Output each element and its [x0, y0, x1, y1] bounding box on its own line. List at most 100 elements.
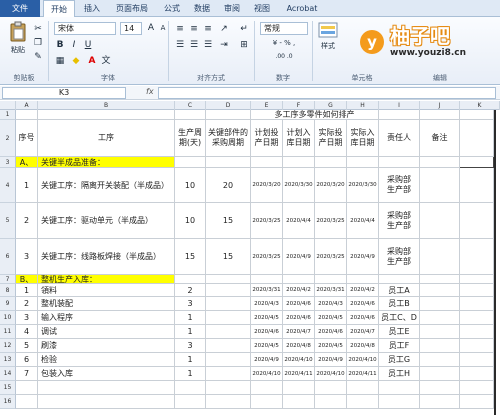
data-cell-plan-in[interactable]: 2020/4/9	[283, 239, 315, 275]
column-header[interactable]: C	[175, 101, 206, 110]
empty-cell[interactable]	[420, 110, 460, 120]
data-cell-owner[interactable]: 采购部 生产部	[379, 168, 420, 203]
data-cell-process[interactable]: 检验	[38, 353, 175, 367]
data-cell-act-start[interactable]: 2020/4/10	[315, 367, 347, 381]
data-cell-process[interactable]: 整机装配	[38, 297, 175, 311]
empty-cell[interactable]	[460, 120, 494, 157]
data-cell-no[interactable]: 7	[16, 367, 38, 381]
empty-cell[interactable]	[420, 395, 460, 409]
font-name-select[interactable]: 宋体	[54, 22, 116, 35]
empty-cell[interactable]	[379, 395, 420, 409]
empty-cell[interactable]	[283, 275, 315, 284]
data-cell-act-in[interactable]: 2020/4/9	[347, 239, 379, 275]
empty-cell[interactable]	[460, 381, 494, 395]
data-cell-no[interactable]: 6	[16, 353, 38, 367]
bold-button[interactable]: B	[54, 39, 66, 51]
empty-cell[interactable]	[251, 395, 283, 409]
format-painter-icon[interactable]: ✎	[32, 51, 44, 63]
column-header[interactable]: F	[283, 101, 315, 110]
empty-cell[interactable]	[420, 157, 460, 168]
data-cell-owner[interactable]: 员工F	[379, 339, 420, 353]
data-cell-act-start[interactable]: 2020/4/3	[315, 297, 347, 311]
data-cell-purchase[interactable]	[206, 311, 251, 325]
data-cell-owner[interactable]: 采购部 生产部	[379, 203, 420, 239]
data-cell-plan-in[interactable]: 2020/4/7	[283, 325, 315, 339]
data-cell-cycle[interactable]: 2	[175, 284, 206, 297]
remark-cell[interactable]	[420, 353, 460, 367]
row-header[interactable]: 12	[0, 339, 16, 353]
data-cell-purchase[interactable]	[206, 367, 251, 381]
data-cell-no[interactable]: 3	[16, 239, 38, 275]
align-center-icon[interactable]: ☰	[188, 39, 200, 51]
data-cell-plan-in[interactable]: 2020/4/8	[283, 339, 315, 353]
data-cell-plan-in[interactable]: 2020/4/4	[283, 203, 315, 239]
data-cell-plan-in[interactable]: 2020/3/30	[283, 168, 315, 203]
column-header[interactable]: D	[206, 101, 251, 110]
empty-cell[interactable]	[460, 168, 494, 203]
data-cell-act-start[interactable]: 2020/4/6	[315, 325, 347, 339]
data-cell-plan-start[interactable]: 2020/4/6	[251, 325, 283, 339]
currency-format-buttons[interactable]: ¥ - % ,	[260, 39, 308, 47]
phonetic-icon[interactable]: 文	[100, 55, 112, 67]
empty-cell[interactable]	[16, 395, 38, 409]
row-header[interactable]: 6	[0, 239, 16, 275]
tab-review[interactable]: 审阅	[218, 0, 246, 17]
data-cell-purchase[interactable]: 15	[206, 239, 251, 275]
remark-cell[interactable]	[420, 311, 460, 325]
empty-cell[interactable]	[175, 275, 206, 284]
data-cell-process[interactable]: 包装入库	[38, 367, 175, 381]
column-header[interactable]: E	[251, 101, 283, 110]
empty-cell[interactable]	[251, 157, 283, 168]
data-cell-no[interactable]: 4	[16, 325, 38, 339]
empty-cell[interactable]	[460, 297, 494, 311]
data-cell-plan-start[interactable]: 2020/3/20	[251, 168, 283, 203]
align-right-icon[interactable]: ☰	[202, 39, 214, 51]
empty-cell[interactable]	[38, 395, 175, 409]
data-cell-process[interactable]: 调试	[38, 325, 175, 339]
empty-cell[interactable]	[460, 367, 494, 381]
empty-cell[interactable]	[175, 395, 206, 409]
empty-cell[interactable]	[460, 339, 494, 353]
tab-view[interactable]: 视图	[248, 0, 276, 17]
empty-cell[interactable]	[175, 157, 206, 168]
remark-cell[interactable]	[420, 297, 460, 311]
data-cell-act-in[interactable]: 2020/4/7	[347, 325, 379, 339]
number-format-select[interactable]: 常规	[260, 22, 308, 35]
empty-cell[interactable]	[175, 381, 206, 395]
data-cell-purchase[interactable]	[206, 339, 251, 353]
styles-button[interactable]: 样式	[316, 21, 340, 51]
empty-cell[interactable]	[315, 381, 347, 395]
data-cell-purchase[interactable]: 15	[206, 203, 251, 239]
empty-cell[interactable]	[460, 325, 494, 339]
empty-cell[interactable]	[206, 381, 251, 395]
merge-center-icon[interactable]: ⊞	[238, 39, 250, 51]
column-header[interactable]: I	[379, 101, 420, 110]
cut-icon[interactable]: ✂	[32, 23, 44, 35]
data-cell-act-in[interactable]: 2020/4/6	[347, 311, 379, 325]
empty-cell[interactable]	[347, 275, 379, 284]
data-cell-purchase[interactable]	[206, 353, 251, 367]
decimal-buttons[interactable]: .00 .0	[260, 53, 308, 60]
data-cell-no[interactable]: 2	[16, 203, 38, 239]
paste-button[interactable]: 粘贴	[6, 21, 30, 55]
data-cell-process[interactable]: 输入程序	[38, 311, 175, 325]
data-cell-plan-in[interactable]: 2020/4/6	[283, 297, 315, 311]
data-cell-act-start[interactable]: 2020/3/25	[315, 203, 347, 239]
empty-cell[interactable]	[283, 157, 315, 168]
empty-cell[interactable]	[347, 157, 379, 168]
empty-cell[interactable]	[379, 157, 420, 168]
empty-cell[interactable]	[251, 381, 283, 395]
grow-font-icon[interactable]: A	[145, 22, 157, 34]
empty-cell[interactable]	[347, 381, 379, 395]
row-header[interactable]: 9	[0, 297, 16, 311]
empty-cell[interactable]	[283, 381, 315, 395]
data-cell-cycle[interactable]: 1	[175, 367, 206, 381]
data-cell-plan-start[interactable]: 2020/4/5	[251, 311, 283, 325]
empty-cell[interactable]	[315, 157, 347, 168]
data-cell-act-in[interactable]: 2020/4/11	[347, 367, 379, 381]
empty-cell[interactable]	[206, 275, 251, 284]
data-cell-plan-start[interactable]: 2020/3/25	[251, 203, 283, 239]
data-cell-owner[interactable]: 员工A	[379, 284, 420, 297]
data-cell-act-start[interactable]: 2020/3/25	[315, 239, 347, 275]
data-cell-owner[interactable]: 员工H	[379, 367, 420, 381]
